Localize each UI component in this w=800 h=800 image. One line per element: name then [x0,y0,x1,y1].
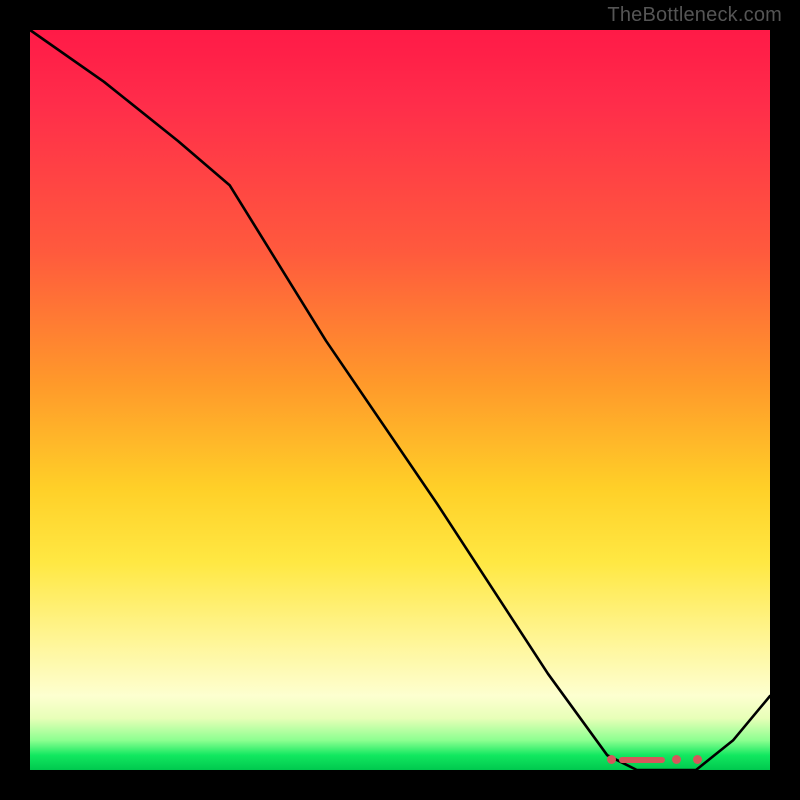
chart-area [30,30,770,770]
bottleneck-curve [30,30,770,770]
marker-dot [607,755,616,764]
optimal-range-markers [30,744,770,764]
watermark-text: TheBottleneck.com [607,4,782,27]
marker-bar [619,757,665,763]
marker-dot [672,755,681,764]
marker-dot [693,755,702,764]
